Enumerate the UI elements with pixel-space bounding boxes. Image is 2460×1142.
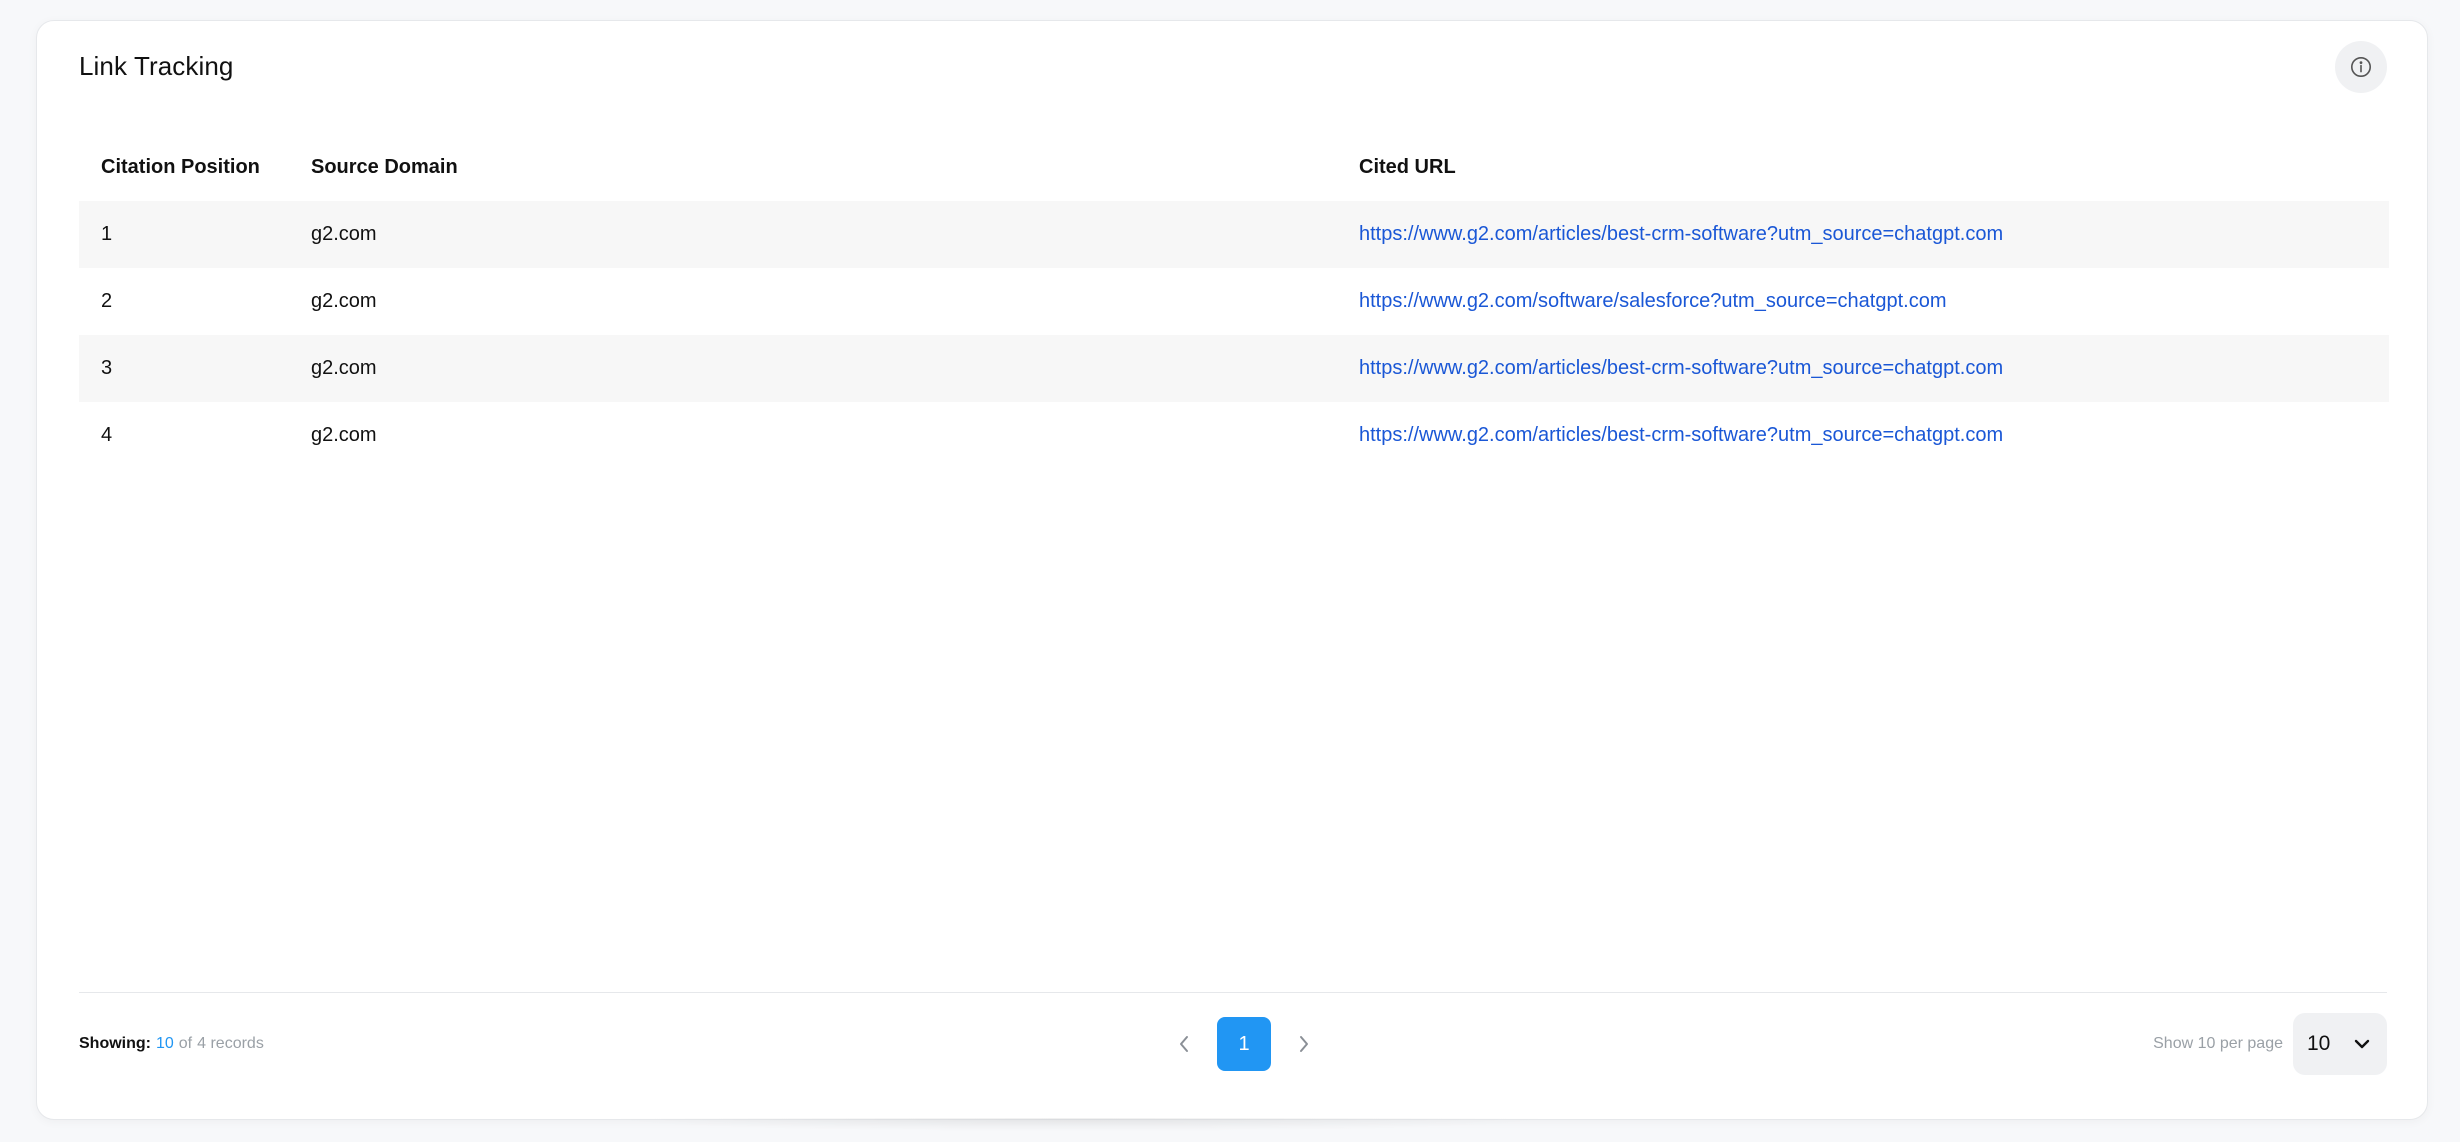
- link-tracking-card: Link Tracking Citation Position Source D…: [36, 20, 2428, 1120]
- cell-source-domain: g2.com: [289, 335, 1337, 402]
- info-button[interactable]: [2335, 41, 2387, 93]
- prev-page-button[interactable]: [1167, 1017, 1201, 1071]
- table-header-row: Citation Position Source Domain Cited UR…: [79, 134, 2389, 201]
- column-header-source-domain[interactable]: Source Domain: [289, 134, 1337, 201]
- cell-source-domain: g2.com: [311, 290, 377, 312]
- cited-url-link[interactable]: https://www.g2.com/software/salesforce?u…: [1359, 290, 1947, 312]
- table-row: 1 g2.com https://www.g2.com/articles/bes…: [79, 201, 2389, 268]
- per-page-select[interactable]: 10: [2293, 1013, 2387, 1075]
- table-row: 3 g2.com https://www.g2.com/articles/bes…: [79, 335, 2389, 402]
- cell-citation-position: 1: [79, 201, 289, 268]
- footer-divider: [79, 992, 2387, 993]
- citations-table-container: Citation Position Source Domain Cited UR…: [79, 134, 2389, 469]
- cell-cited-url: https://www.g2.com/articles/best-crm-sof…: [1337, 201, 2389, 268]
- per-page-value: 10: [2307, 1032, 2331, 1055]
- column-header-citation-position[interactable]: Citation Position: [79, 134, 289, 201]
- cited-url-link[interactable]: https://www.g2.com/articles/best-crm-sof…: [1359, 424, 2003, 446]
- bottom-shadow: [600, 1118, 1560, 1132]
- next-page-button[interactable]: [1287, 1017, 1321, 1071]
- cell-citation-position: 3: [79, 335, 289, 402]
- page-button-1[interactable]: 1: [1217, 1017, 1271, 1071]
- cell-source-domain: g2.com: [311, 424, 377, 446]
- records-summary: Showing: 10 of 4 records: [79, 1013, 264, 1075]
- cell-source-domain: g2.com: [289, 201, 1337, 268]
- cell-cited-url: https://www.g2.com/articles/best-crm-sof…: [1337, 402, 2389, 469]
- cell-cited-url: https://www.g2.com/articles/best-crm-sof…: [1337, 335, 2389, 402]
- showing-total: 4 records: [197, 1035, 264, 1052]
- info-circle-icon: [2351, 57, 2371, 77]
- cell-citation-position: 2: [101, 290, 113, 312]
- citations-table: Citation Position Source Domain Cited UR…: [79, 134, 2389, 469]
- showing-of: of: [178, 1035, 193, 1052]
- per-page-label: Show 10 per page: [2153, 1035, 2283, 1052]
- cited-url-link[interactable]: https://www.g2.com/articles/best-crm-sof…: [1359, 357, 2003, 379]
- table-footer: Showing: 10 of 4 records 1 Show 10 per p…: [79, 1013, 2387, 1075]
- column-header-cited-url[interactable]: Cited URL: [1337, 134, 2389, 201]
- cell-citation-position: 4: [101, 424, 113, 446]
- showing-label: Showing:: [79, 1035, 151, 1052]
- chevron-right-icon: [1300, 1036, 1308, 1052]
- showing-count: 10: [155, 1035, 174, 1052]
- cited-url-link[interactable]: https://www.g2.com/articles/best-crm-sof…: [1359, 223, 2003, 245]
- per-page-control: Show 10 per page 10: [2153, 1013, 2387, 1075]
- pagination: 1: [1167, 1013, 1321, 1075]
- card-title: Link Tracking: [79, 51, 234, 81]
- table-row: 2 g2.com https://www.g2.com/software/sal…: [79, 268, 2389, 335]
- table-row: 4 g2.com https://www.g2.com/articles/bes…: [79, 402, 2389, 469]
- chevron-left-icon: [1180, 1036, 1188, 1052]
- chevron-down-icon: [2354, 1039, 2370, 1049]
- cell-cited-url: https://www.g2.com/software/salesforce?u…: [1337, 268, 2389, 335]
